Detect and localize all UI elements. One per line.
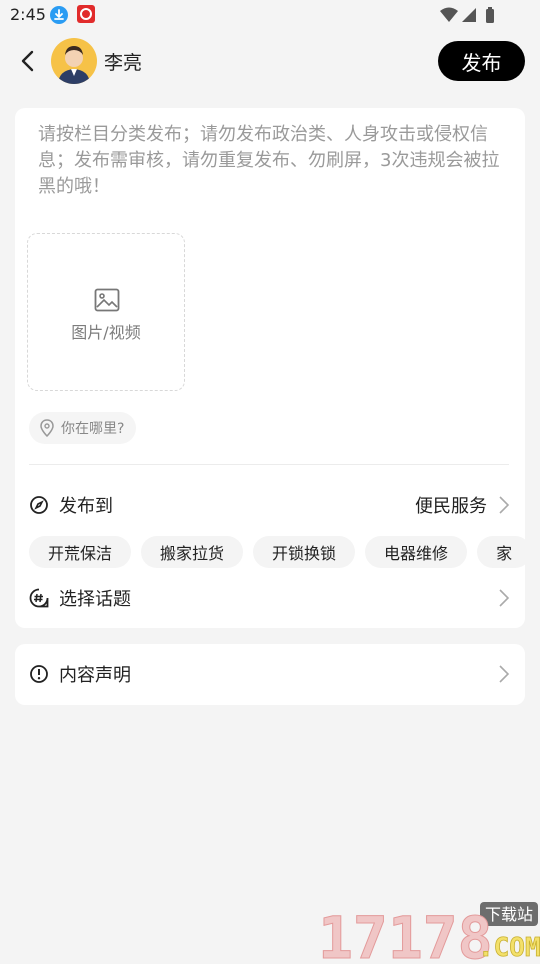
svg-text:17178: 17178 bbox=[318, 904, 493, 960]
download-icon bbox=[50, 6, 68, 24]
content-input[interactable]: 请按栏目分类发布；请勿发布政治类、人身攻击或侵权信息；发布需审核，请勿重复发布、… bbox=[38, 122, 508, 212]
username: 李亮 bbox=[104, 52, 143, 74]
chevron-right-icon bbox=[499, 665, 510, 683]
chevron-right-icon bbox=[499, 589, 510, 607]
chevron-left-icon bbox=[21, 50, 34, 72]
category-chip[interactable]: 开荒保洁 bbox=[29, 536, 132, 568]
category-chip[interactable]: 电器维修 bbox=[365, 536, 468, 568]
post-editor-card: 请按栏目分类发布；请勿发布政治类、人身攻击或侵权信息；发布需审核，请勿重复发布、… bbox=[15, 108, 525, 628]
image-icon bbox=[94, 288, 120, 316]
publish-to-value: 便民服务 bbox=[415, 496, 487, 517]
declaration-row[interactable]: 内容声明 bbox=[29, 657, 511, 691]
publish-to-row[interactable]: 发布到 便民服务 bbox=[29, 488, 511, 522]
declaration-label: 内容声明 bbox=[59, 665, 131, 686]
info-icon bbox=[30, 665, 48, 683]
publish-to-label: 发布到 bbox=[59, 496, 113, 517]
chevron-right-icon bbox=[499, 496, 510, 514]
back-button[interactable] bbox=[14, 46, 44, 76]
wifi-icon bbox=[440, 7, 458, 22]
topic-row[interactable]: 选择话题 bbox=[29, 581, 511, 615]
signal-icon bbox=[462, 8, 476, 22]
category-chip[interactable]: 开锁换锁 bbox=[253, 536, 356, 568]
status-bar: 2:45 bbox=[0, 0, 540, 32]
publish-button[interactable]: 发布 bbox=[438, 41, 525, 81]
compass-icon bbox=[30, 496, 48, 514]
category-chip[interactable]: 搬家拉货 bbox=[141, 536, 244, 568]
category-chip[interactable]: 家 bbox=[477, 536, 525, 568]
location-button[interactable]: 你在哪里? bbox=[29, 412, 137, 444]
avatar[interactable] bbox=[51, 38, 97, 84]
svg-text:.COM: .COM bbox=[478, 933, 540, 960]
battery-icon bbox=[486, 7, 494, 23]
location-label: 你在哪里? bbox=[61, 421, 125, 437]
app-notification-icon bbox=[77, 5, 95, 23]
divider bbox=[29, 464, 509, 465]
hashtag-icon bbox=[29, 588, 49, 608]
media-upload-button[interactable]: 图片/视频 bbox=[27, 233, 185, 391]
status-indicators bbox=[440, 6, 506, 30]
location-pin-icon bbox=[40, 419, 54, 437]
site-watermark-logo: 下载站 17178 .COM bbox=[318, 898, 540, 964]
category-chips: 开荒保洁 搬家拉货 开锁换锁 电器维修家 bbox=[29, 536, 525, 568]
status-time: 2:45 bbox=[10, 5, 46, 24]
declaration-card: 内容声明 bbox=[15, 644, 525, 705]
user-avatar-icon bbox=[58, 46, 90, 84]
upload-label: 图片/视频 bbox=[71, 323, 141, 342]
topic-label: 选择话题 bbox=[59, 589, 131, 610]
